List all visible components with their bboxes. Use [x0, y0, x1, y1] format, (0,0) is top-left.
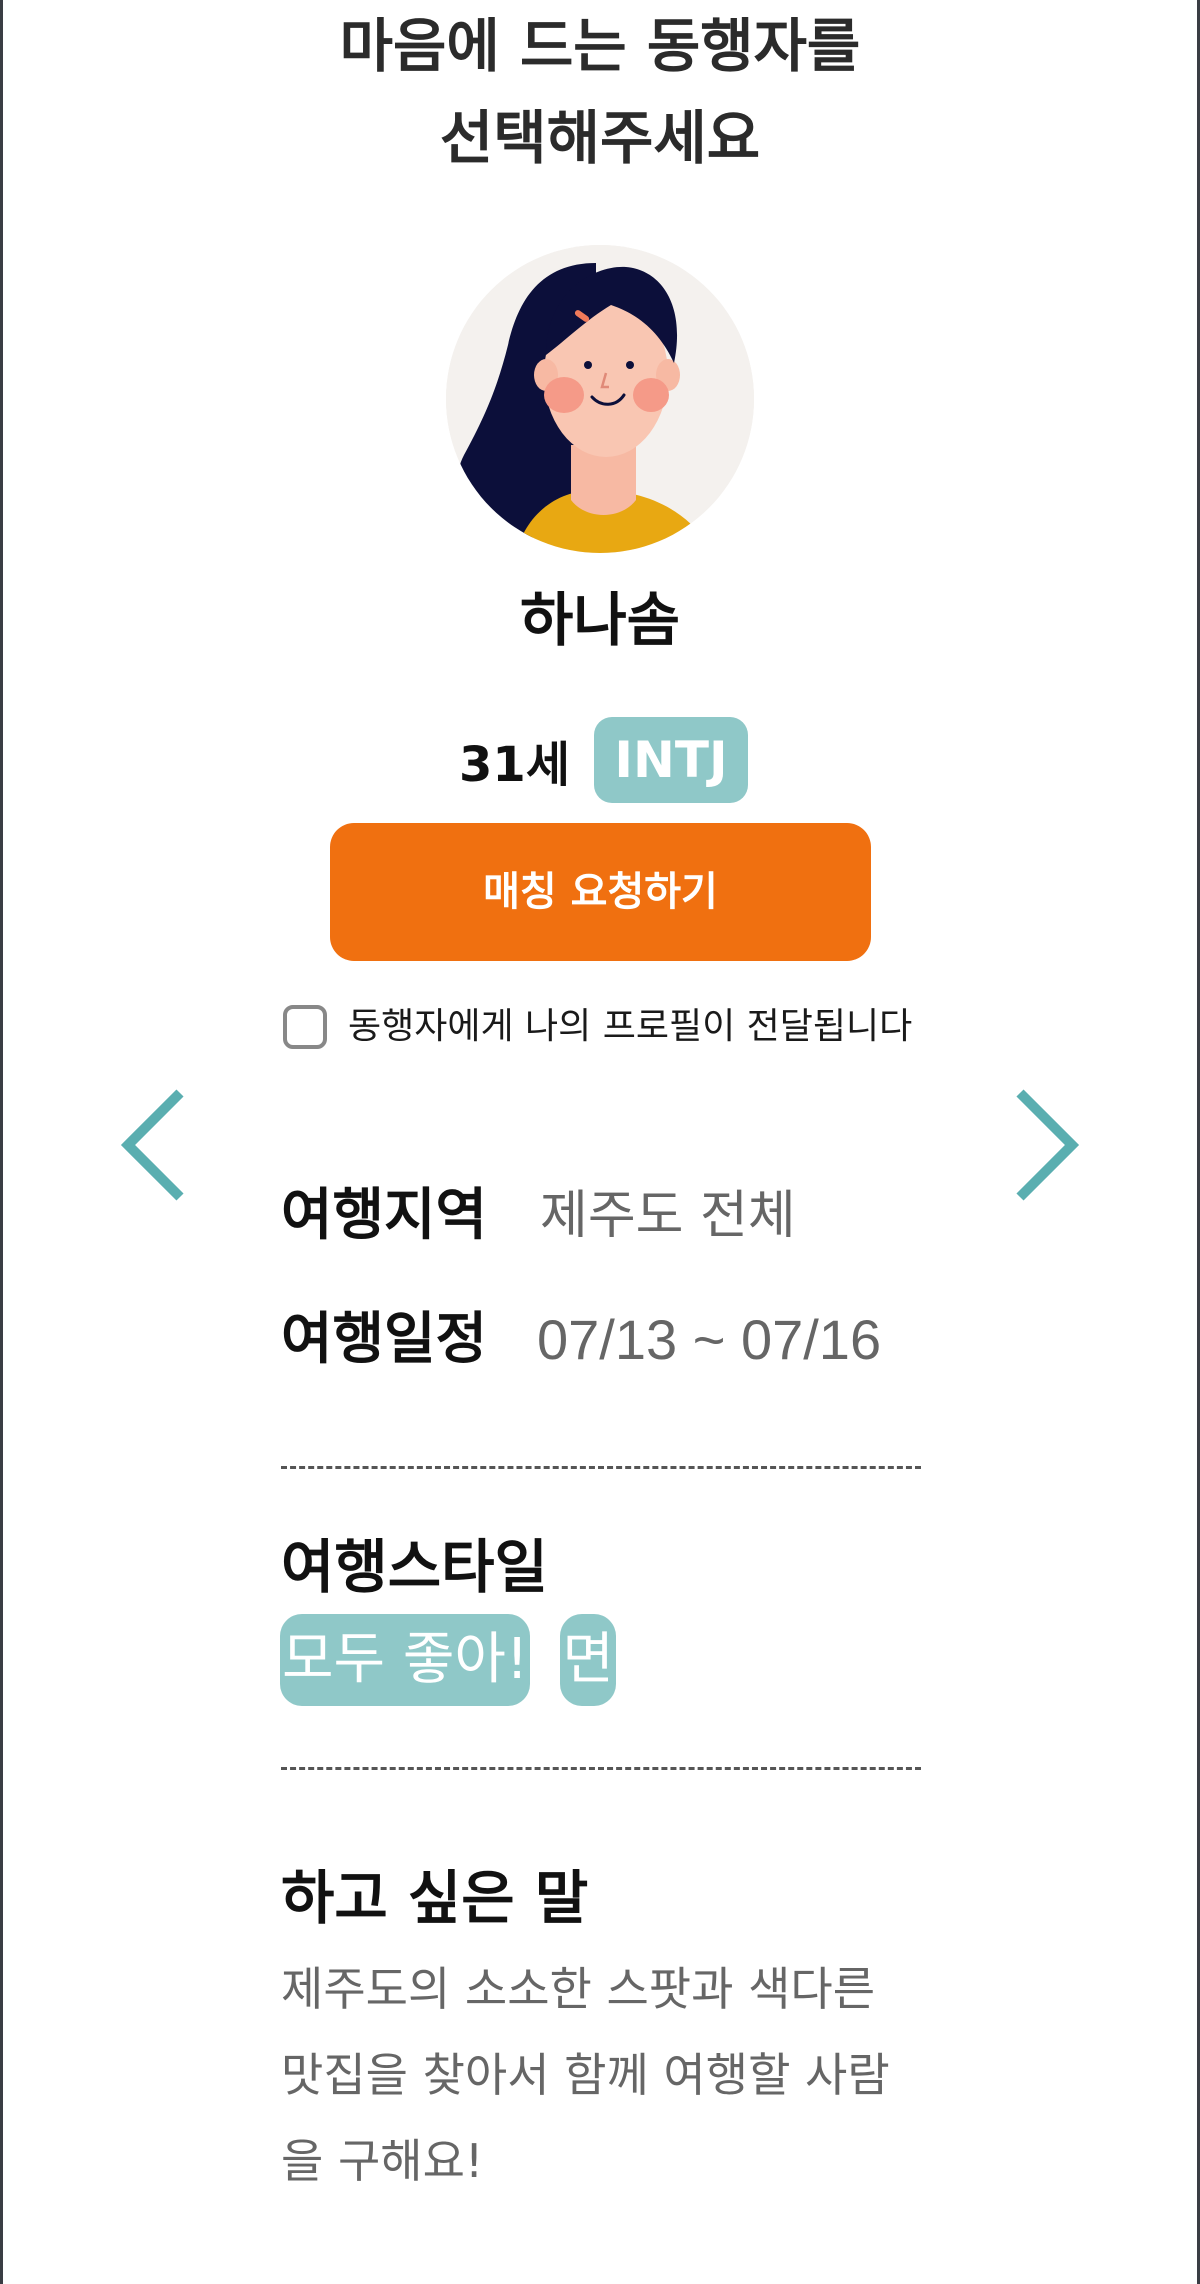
page-title: 마음에 드는 동행자를 선택해주세요: [0, 0, 1200, 184]
profile-age: 31세: [459, 737, 570, 793]
section-divider: [281, 1767, 921, 1770]
match-request-button[interactable]: 매칭 요청하기: [330, 823, 871, 961]
page-title-line-1: 마음에 드는 동행자를: [339, 12, 861, 80]
mbti-badge: INTJ: [594, 717, 748, 803]
region-value: 제주도 전체: [540, 1186, 796, 1246]
section-divider: [281, 1466, 921, 1469]
message-title: 하고 싶은 말: [281, 1864, 589, 1932]
travel-style-tags: 모두 좋아! 면: [280, 1614, 616, 1706]
page-title-line-2: 선택해주세요: [439, 104, 761, 172]
profile-name: 하나솜: [519, 586, 681, 654]
avatar: [446, 245, 754, 553]
chevron-right-icon[interactable]: [1010, 1087, 1080, 1203]
travel-style-tag: 면: [560, 1614, 616, 1706]
chevron-left-icon[interactable]: [120, 1087, 190, 1203]
travel-style-title: 여행스타일: [281, 1533, 548, 1601]
region-label: 여행지역: [281, 1183, 488, 1248]
travel-style-tag: 모두 좋아!: [280, 1614, 531, 1706]
frame-left-border: [0, 0, 3, 2284]
message-body: 제주도의 소소한 스팟과 색다른 맛집을 찾아서 함께 여행할 사람을 구해요!: [281, 1962, 890, 2188]
consent-checkbox[interactable]: [283, 1005, 327, 1049]
schedule-label: 여행일정: [281, 1307, 488, 1372]
consent-label: 동행자에게 나의 프로필이 전달됩니다: [348, 1006, 913, 1047]
woman-avatar-illustration: [446, 245, 754, 553]
schedule-value: 07/13 ~ 07/16: [537, 1308, 882, 1371]
